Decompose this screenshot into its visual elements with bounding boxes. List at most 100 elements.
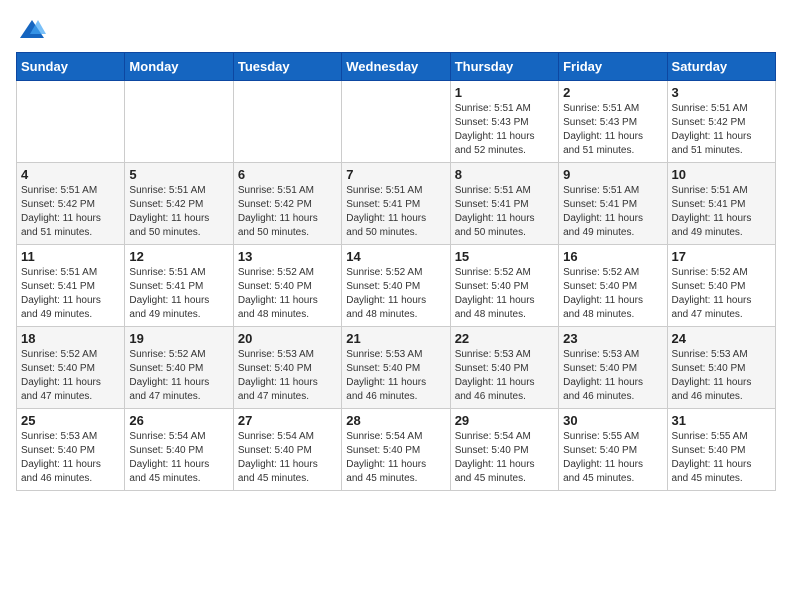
day-number: 16 xyxy=(563,249,662,264)
weekday-header-tuesday: Tuesday xyxy=(233,53,341,81)
day-number: 25 xyxy=(21,413,120,428)
calendar-week-1: 1 Sunrise: 5:51 AM Sunset: 5:43 PM Daylig… xyxy=(17,81,776,163)
weekday-header-wednesday: Wednesday xyxy=(342,53,450,81)
day-number: 23 xyxy=(563,331,662,346)
day-number: 31 xyxy=(672,413,771,428)
day-number: 30 xyxy=(563,413,662,428)
calendar-cell: 30 Sunrise: 5:55 AM Sunset: 5:40 PM Dayli… xyxy=(559,409,667,491)
day-number: 24 xyxy=(672,331,771,346)
calendar-week-4: 18 Sunrise: 5:52 AM Sunset: 5:40 PM Dayli… xyxy=(17,327,776,409)
day-info: Sunrise: 5:51 AM Sunset: 5:42 PM Dayligh… xyxy=(238,184,337,240)
logo-icon xyxy=(18,16,46,44)
calendar-cell xyxy=(233,81,341,163)
day-number: 14 xyxy=(346,249,445,264)
weekday-header-friday: Friday xyxy=(559,53,667,81)
calendar-table: SundayMondayTuesdayWednesdayThursdayFrid… xyxy=(16,52,776,491)
day-info: Sunrise: 5:52 AM Sunset: 5:40 PM Dayligh… xyxy=(238,266,337,322)
logo xyxy=(16,16,46,44)
day-info: Sunrise: 5:53 AM Sunset: 5:40 PM Dayligh… xyxy=(563,348,662,404)
day-number: 13 xyxy=(238,249,337,264)
weekday-header-sunday: Sunday xyxy=(17,53,125,81)
day-info: Sunrise: 5:52 AM Sunset: 5:40 PM Dayligh… xyxy=(21,348,120,404)
day-info: Sunrise: 5:51 AM Sunset: 5:43 PM Dayligh… xyxy=(455,102,554,158)
day-info: Sunrise: 5:52 AM Sunset: 5:40 PM Dayligh… xyxy=(346,266,445,322)
calendar-cell: 8 Sunrise: 5:51 AM Sunset: 5:41 PM Daylig… xyxy=(450,163,558,245)
calendar-cell: 27Sunrise: 5:54 AM Sunset: 5:40 PM Dayli… xyxy=(233,409,341,491)
day-info: Sunrise: 5:55 AM Sunset: 5:40 PM Dayligh… xyxy=(672,430,771,486)
day-info: Sunrise: 5:51 AM Sunset: 5:43 PM Dayligh… xyxy=(563,102,662,158)
calendar-cell: 4Sunrise: 5:51 AM Sunset: 5:42 PM Daylig… xyxy=(17,163,125,245)
day-info: Sunrise: 5:51 AM Sunset: 5:41 PM Dayligh… xyxy=(346,184,445,240)
day-info: Sunrise: 5:53 AM Sunset: 5:40 PM Dayligh… xyxy=(672,348,771,404)
calendar-cell: 26 Sunrise: 5:54 AM Sunset: 5:40 PM Dayli… xyxy=(125,409,233,491)
day-number: 18 xyxy=(21,331,120,346)
day-number: 10 xyxy=(672,167,771,182)
calendar-cell: 15 Sunrise: 5:52 AM Sunset: 5:40 PM Dayli… xyxy=(450,245,558,327)
calendar-week-3: 11 Sunrise: 5:51 AM Sunset: 5:41 PM Dayli… xyxy=(17,245,776,327)
day-info: Sunrise: 5:51 AM Sunset: 5:41 PM Dayligh… xyxy=(563,184,662,240)
day-info: Sunrise: 5:51 AM Sunset: 5:42 PM Dayligh… xyxy=(672,102,771,158)
day-info: Sunrise: 5:53 AM Sunset: 5:40 PM Dayligh… xyxy=(21,430,120,486)
day-info: Sunrise: 5:53 AM Sunset: 5:40 PM Dayligh… xyxy=(346,348,445,404)
day-number: 5 xyxy=(129,167,228,182)
day-number: 21 xyxy=(346,331,445,346)
calendar-cell: 28 Sunrise: 5:54 AM Sunset: 5:40 PM Dayli… xyxy=(342,409,450,491)
page-header xyxy=(16,16,776,44)
day-number: 8 xyxy=(455,167,554,182)
day-number: 2 xyxy=(563,85,662,100)
weekday-header-thursday: Thursday xyxy=(450,53,558,81)
calendar-cell: 9 Sunrise: 5:51 AM Sunset: 5:41 PM Daylig… xyxy=(559,163,667,245)
calendar-cell: 10Sunrise: 5:51 AM Sunset: 5:41 PM Dayli… xyxy=(667,163,775,245)
calendar-week-2: 4 Sunrise: 5:51 AM Sunset: 5:42 PM Daylig… xyxy=(17,163,776,245)
day-number: 11 xyxy=(21,249,120,264)
day-info: Sunrise: 5:55 AM Sunset: 5:40 PM Dayligh… xyxy=(563,430,662,486)
calendar-cell: 25 Sunrise: 5:53 AM Sunset: 5:40 PM Dayli… xyxy=(17,409,125,491)
calendar-cell: 19Sunrise: 5:52 AM Sunset: 5:40 PM Dayli… xyxy=(125,327,233,409)
day-info: Sunrise: 5:54 AM Sunset: 5:40 PM Dayligh… xyxy=(455,430,554,486)
weekday-header-saturday: Saturday xyxy=(667,53,775,81)
calendar-cell: 1 Sunrise: 5:51 AM Sunset: 5:43 PM Daylig… xyxy=(450,81,558,163)
day-number: 20 xyxy=(238,331,337,346)
day-info: Sunrise: 5:54 AM Sunset: 5:40 PM Dayligh… xyxy=(346,430,445,486)
day-number: 1 xyxy=(455,85,554,100)
calendar-cell: 14 Sunrise: 5:52 AM Sunset: 5:40 PM Dayli… xyxy=(342,245,450,327)
day-info: Sunrise: 5:51 AM Sunset: 5:41 PM Dayligh… xyxy=(21,266,120,322)
day-number: 27 xyxy=(238,413,337,428)
weekday-header-monday: Monday xyxy=(125,53,233,81)
calendar-cell: 16 Sunrise: 5:52 AM Sunset: 5:40 PM Dayli… xyxy=(559,245,667,327)
calendar-cell: 20 Sunrise: 5:53 AM Sunset: 5:40 PM Dayli… xyxy=(233,327,341,409)
day-number: 9 xyxy=(563,167,662,182)
calendar-cell: 3Sunrise: 5:51 AM Sunset: 5:42 PM Daylig… xyxy=(667,81,775,163)
calendar-cell xyxy=(125,81,233,163)
day-number: 26 xyxy=(129,413,228,428)
day-number: 28 xyxy=(346,413,445,428)
calendar-cell: 7Sunrise: 5:51 AM Sunset: 5:41 PM Daylig… xyxy=(342,163,450,245)
calendar-cell: 17Sunrise: 5:52 AM Sunset: 5:40 PM Dayli… xyxy=(667,245,775,327)
day-info: Sunrise: 5:51 AM Sunset: 5:42 PM Dayligh… xyxy=(129,184,228,240)
calendar-cell: 12Sunrise: 5:51 AM Sunset: 5:41 PM Dayli… xyxy=(125,245,233,327)
calendar-cell: 11 Sunrise: 5:51 AM Sunset: 5:41 PM Dayli… xyxy=(17,245,125,327)
calendar-cell: 5 Sunrise: 5:51 AM Sunset: 5:42 PM Daylig… xyxy=(125,163,233,245)
calendar-cell xyxy=(342,81,450,163)
calendar-week-5: 25 Sunrise: 5:53 AM Sunset: 5:40 PM Dayli… xyxy=(17,409,776,491)
day-number: 17 xyxy=(672,249,771,264)
calendar-cell: 21 Sunrise: 5:53 AM Sunset: 5:40 PM Dayli… xyxy=(342,327,450,409)
calendar-cell xyxy=(17,81,125,163)
day-number: 22 xyxy=(455,331,554,346)
day-info: Sunrise: 5:52 AM Sunset: 5:40 PM Dayligh… xyxy=(129,348,228,404)
day-number: 4 xyxy=(21,167,120,182)
day-number: 15 xyxy=(455,249,554,264)
calendar-cell: 23 Sunrise: 5:53 AM Sunset: 5:40 PM Dayli… xyxy=(559,327,667,409)
day-info: Sunrise: 5:51 AM Sunset: 5:41 PM Dayligh… xyxy=(455,184,554,240)
day-info: Sunrise: 5:52 AM Sunset: 5:40 PM Dayligh… xyxy=(563,266,662,322)
day-number: 29 xyxy=(455,413,554,428)
day-info: Sunrise: 5:54 AM Sunset: 5:40 PM Dayligh… xyxy=(129,430,228,486)
day-info: Sunrise: 5:52 AM Sunset: 5:40 PM Dayligh… xyxy=(455,266,554,322)
calendar-cell: 29 Sunrise: 5:54 AM Sunset: 5:40 PM Dayli… xyxy=(450,409,558,491)
calendar-cell: 2 Sunrise: 5:51 AM Sunset: 5:43 PM Daylig… xyxy=(559,81,667,163)
day-number: 12 xyxy=(129,249,228,264)
calendar-cell: 24 Sunrise: 5:53 AM Sunset: 5:40 PM Dayli… xyxy=(667,327,775,409)
calendar-cell: 6Sunrise: 5:51 AM Sunset: 5:42 PM Daylig… xyxy=(233,163,341,245)
day-info: Sunrise: 5:53 AM Sunset: 5:40 PM Dayligh… xyxy=(238,348,337,404)
day-info: Sunrise: 5:53 AM Sunset: 5:40 PM Dayligh… xyxy=(455,348,554,404)
